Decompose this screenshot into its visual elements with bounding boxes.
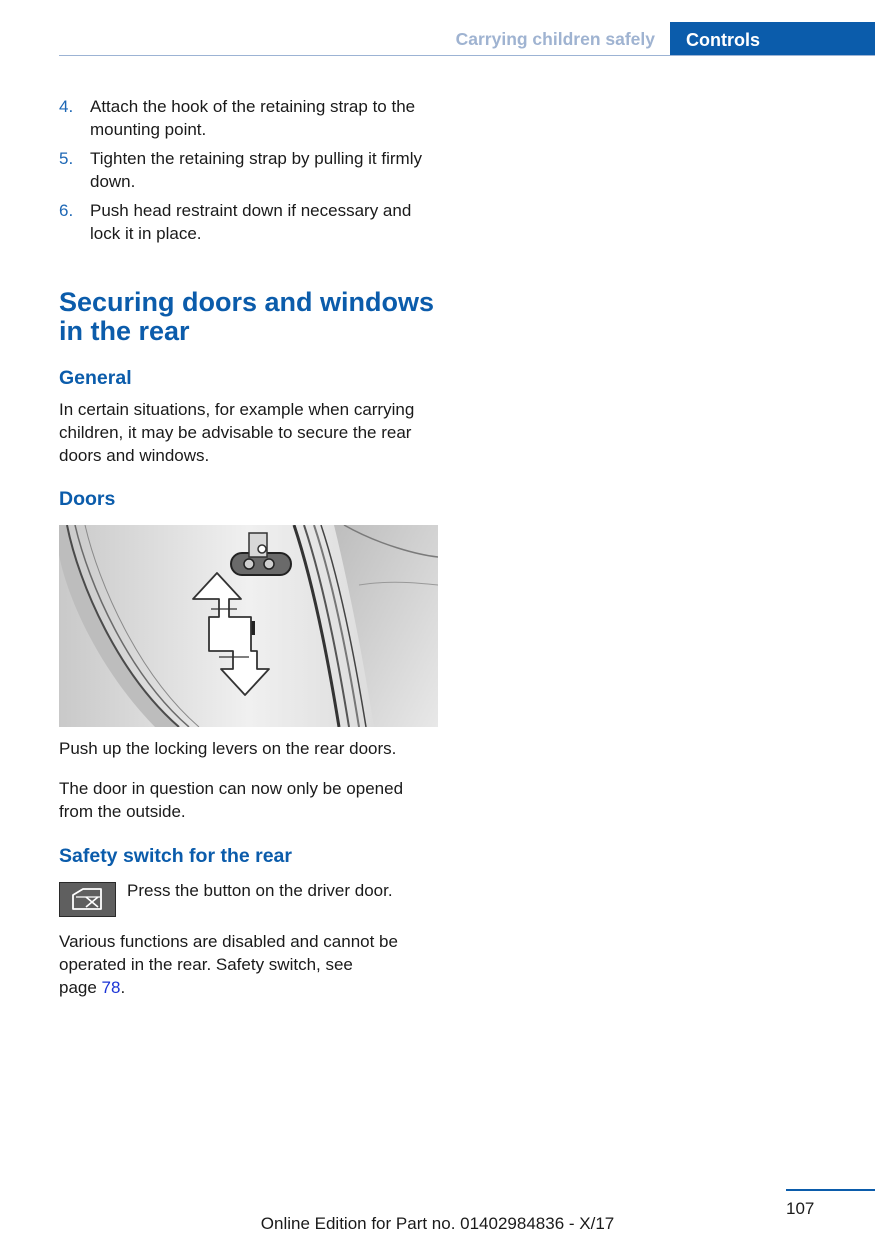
page-ref-prefix: page [59, 978, 102, 997]
doors-heading: Doors [59, 488, 116, 510]
doors-text-2: The door in question can now only be ope… [59, 779, 404, 821]
general-text: In certain situations, for example when … [59, 400, 415, 465]
footer-rule [786, 1189, 875, 1191]
running-header-section: Carrying children safely [455, 29, 655, 49]
safety-text-line-2: operated in the rear. Safety switch, see [59, 955, 353, 974]
step-number: 6. [59, 201, 74, 220]
door-lock-illustration [59, 525, 438, 727]
page-ref-suffix: . [120, 978, 126, 997]
safety-heading: Safety switch for the rear [59, 845, 292, 867]
door-lock-drawing [59, 525, 438, 727]
general-heading: General [59, 367, 132, 389]
step-text: Tighten the retaining strap by pulling i… [90, 149, 422, 191]
chapter-tab: Controls [670, 22, 875, 56]
header-rule [59, 55, 875, 56]
edition-footer: Online Edition for Part no. 01402984836 … [260, 1214, 615, 1233]
step-text: Push head restraint down if necessary an… [90, 201, 412, 243]
section-title: Securing doors and windows in the rear [59, 287, 435, 346]
chapter-tab-label: Controls [686, 30, 760, 50]
page-reference-link[interactable]: 78 [102, 978, 121, 997]
step-text: Attach the hook of the retaining strap t… [90, 97, 416, 139]
safety-text-line-3: page 78. [59, 976, 449, 999]
doors-text-1: Push up the locking levers on the rear d… [59, 739, 397, 758]
step-number: 4. [59, 97, 74, 116]
safety-text-line-1: Various functions are disabled and canno… [59, 932, 398, 951]
step-number: 5. [59, 149, 74, 168]
safety-text: Various functions are disabled and canno… [59, 930, 449, 999]
safety-button-text: Press the button on the driver door. [127, 881, 393, 900]
window-lock-switch-icon [59, 882, 116, 917]
